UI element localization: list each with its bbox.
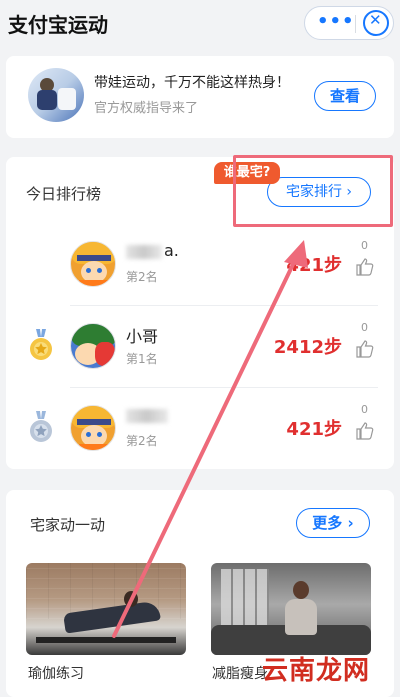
gold-medal-icon — [30, 329, 52, 360]
ranking-row[interactable]: a. 第2名 421步 0 — [6, 223, 394, 305]
thumbs-up-icon[interactable] — [355, 339, 375, 359]
promo-card[interactable]: 带娃运动，千万不能这样热身！ 官方权威指导来了 查看 — [6, 56, 394, 138]
fat-loss-tile-image[interactable] — [211, 563, 371, 655]
thumbs-up-icon[interactable] — [355, 421, 375, 441]
avatar[interactable] — [70, 405, 116, 451]
like-count: 0 — [361, 403, 368, 416]
annotation-highlight-box — [233, 155, 393, 227]
watermark: 云南龙网 — [262, 656, 371, 686]
user-name: 小哥 — [126, 327, 159, 346]
promo-thumbnail — [28, 68, 84, 122]
user-name: a. — [126, 241, 179, 260]
avatar[interactable] — [70, 323, 116, 369]
view-button[interactable]: 查看 — [314, 81, 376, 111]
chevron-right-icon: › — [347, 514, 354, 532]
like-count: 0 — [361, 239, 368, 252]
yoga-tile-label: 瑜伽练习 — [28, 666, 84, 682]
step-count: 421步 — [286, 255, 342, 276]
rank-label: 第2名 — [126, 270, 158, 284]
capsule-divider — [355, 15, 356, 33]
fat-loss-tile-label: 减脂瘦身 — [212, 666, 268, 682]
user-name — [126, 405, 170, 424]
promo-subtitle: 官方权威指导来了 — [94, 101, 199, 116]
rank-label: 第1名 — [126, 352, 158, 366]
rank-label: 第2名 — [126, 434, 158, 448]
blurred-name — [126, 244, 162, 259]
silver-medal-icon — [30, 411, 52, 442]
app-header: 支付宝运动 ••• ✕ — [0, 0, 400, 48]
close-icon[interactable]: ✕ — [363, 10, 389, 36]
ranking-title: 今日排行榜 — [26, 185, 102, 203]
page-title: 支付宝运动 — [8, 13, 108, 37]
more-dots-icon[interactable]: ••• — [317, 11, 355, 32]
avatar[interactable] — [70, 241, 116, 287]
blurred-name — [126, 408, 168, 423]
promo-title: 带娃运动，千万不能这样热身！ — [94, 75, 290, 91]
ranking-row[interactable]: 第2名 421步 0 — [6, 387, 394, 469]
step-count: 421步 — [286, 419, 342, 440]
more-button[interactable]: 更多 › — [296, 508, 370, 538]
more-label: 更多 — [312, 514, 343, 532]
thumbs-up-icon[interactable] — [355, 257, 375, 277]
ranking-row[interactable]: 小哥 第1名 2412步 0 — [6, 305, 394, 387]
mini-app-capsule: ••• ✕ — [304, 6, 394, 40]
like-count: 0 — [361, 321, 368, 334]
step-count: 2412步 — [273, 337, 342, 358]
home-exercise-title: 宅家动一动 — [30, 516, 106, 534]
yoga-tile-image[interactable] — [26, 563, 186, 655]
